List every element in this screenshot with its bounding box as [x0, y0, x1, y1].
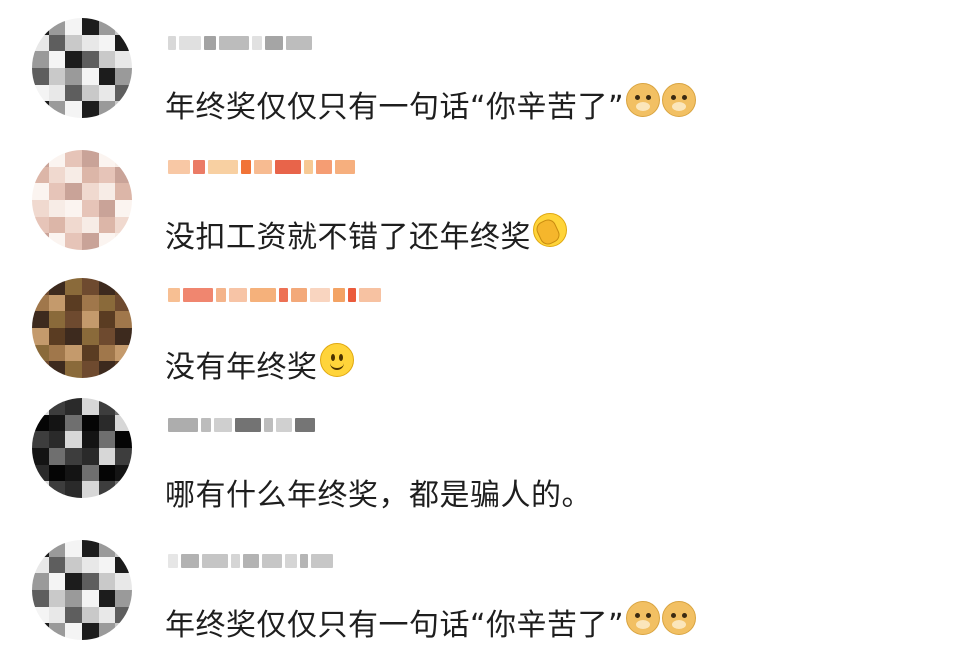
username-pixelated[interactable]	[168, 30, 312, 56]
comment-item: 年终奖仅仅只有一句话“你辛苦了”	[0, 0, 960, 125]
comment-text-row: 哪有什么年终奖，都是骗人的。	[165, 470, 592, 514]
comment-item: 哪有什么年终奖，都是骗人的。	[0, 394, 960, 514]
comment-text: 没有年终奖	[165, 350, 318, 385]
comment-item: 没有年终奖	[0, 260, 960, 385]
avatar[interactable]	[32, 278, 132, 378]
avatar[interactable]	[32, 18, 132, 118]
facepalm-icon	[533, 213, 567, 248]
comment-item: 没扣工资就不错了还年终奖	[0, 128, 960, 255]
username-pixelated[interactable]	[168, 154, 355, 180]
comment-item: 年终奖仅仅只有一句话“你辛苦了”	[0, 528, 960, 648]
emoji-group	[624, 83, 697, 125]
comment-text-row: 没扣工资就不错了还年终奖	[165, 212, 567, 256]
comment-text-row: 没有年终奖	[165, 342, 354, 386]
comment-text-row: 年终奖仅仅只有一句话“你辛苦了”	[165, 82, 697, 126]
emoji-group	[531, 213, 567, 255]
username-pixelated[interactable]	[168, 282, 381, 308]
avatar[interactable]	[32, 540, 132, 640]
comment-text: 年终奖仅仅只有一句话“你辛苦了”	[165, 608, 625, 643]
comment-text-row: 年终奖仅仅只有一句话“你辛苦了”	[165, 600, 697, 644]
smile-icon	[319, 343, 354, 377]
comment-text: 没扣工资就不错了还年终奖	[165, 220, 531, 255]
username-pixelated[interactable]	[168, 412, 315, 438]
doge-icon	[626, 83, 661, 117]
emoji-group	[318, 343, 354, 385]
username-pixelated[interactable]	[168, 548, 333, 574]
comment-text: 哪有什么年终奖，都是骗人的。	[165, 478, 592, 513]
doge-icon	[626, 601, 661, 635]
avatar[interactable]	[32, 150, 132, 250]
comment-text: 年终奖仅仅只有一句话“你辛苦了”	[165, 90, 625, 125]
avatar[interactable]	[32, 398, 132, 498]
doge-icon	[662, 601, 697, 635]
emoji-group	[624, 601, 697, 643]
doge-icon	[662, 83, 697, 117]
